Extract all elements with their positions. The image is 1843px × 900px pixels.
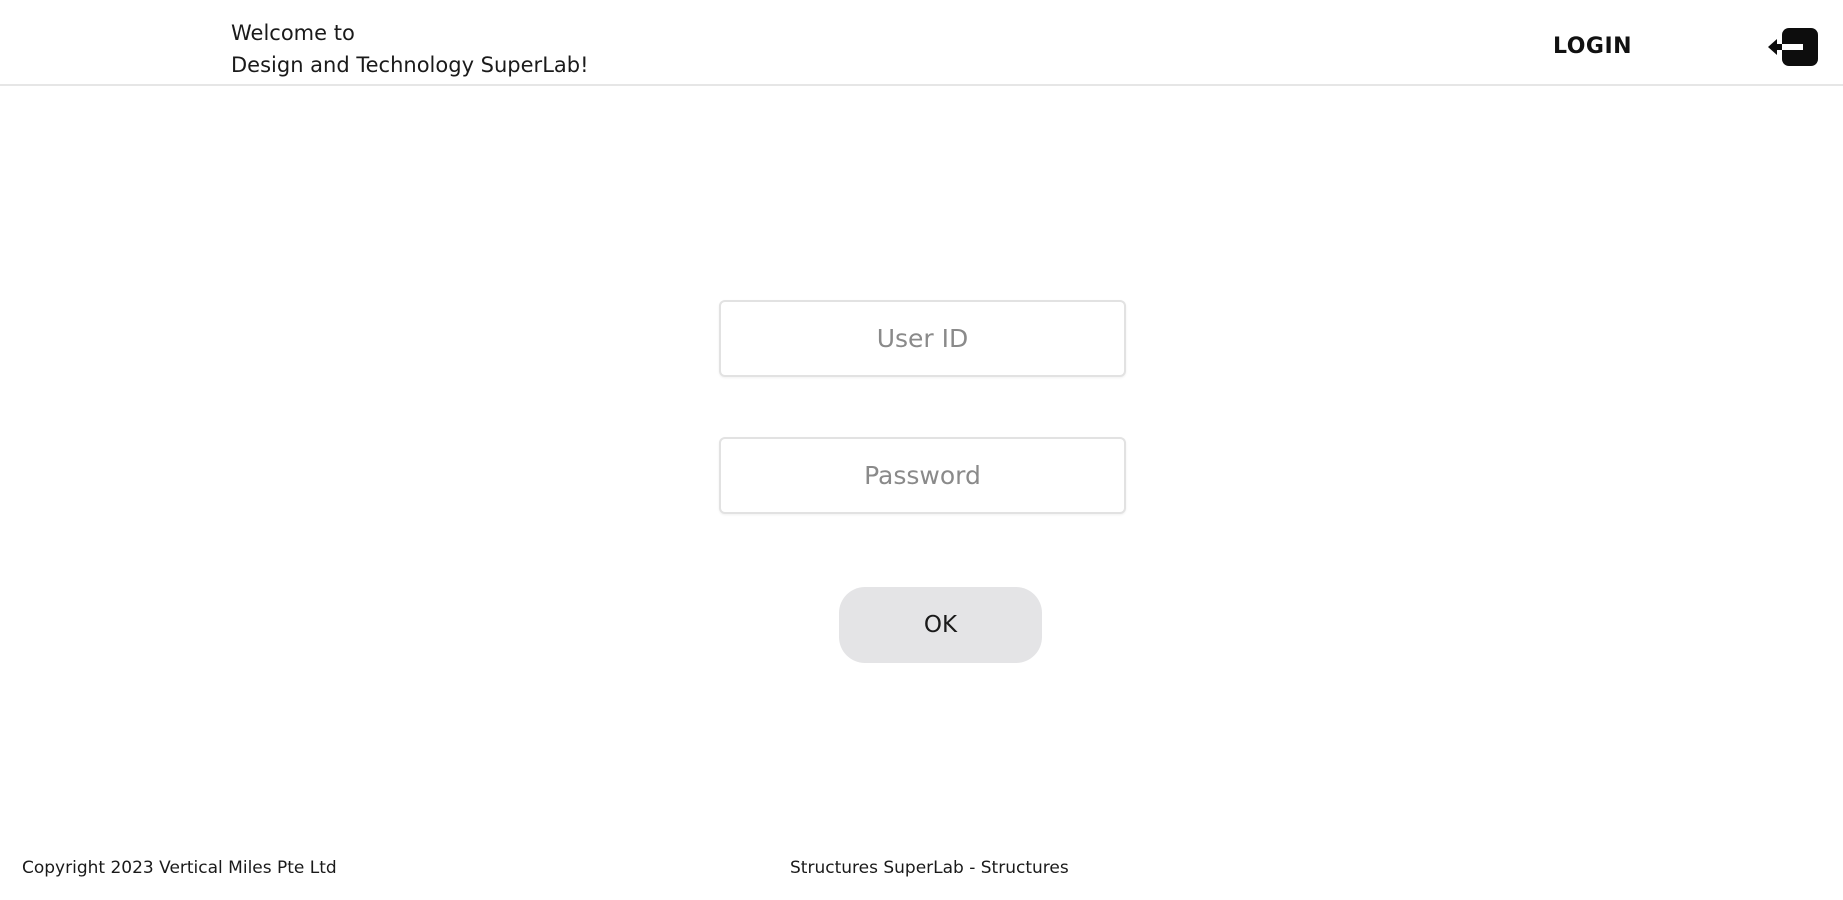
welcome-line-2: Design and Technology SuperLab!: [231, 53, 589, 77]
user-id-input[interactable]: [719, 300, 1126, 377]
sign-in-icon[interactable]: [1766, 28, 1818, 66]
top-header: Welcome to Design and Technology SuperLa…: [0, 0, 1843, 86]
copyright-text: Copyright 2023 Vertical Miles Pte Ltd: [22, 858, 337, 878]
password-input[interactable]: [719, 437, 1126, 514]
app-name-text: Structures SuperLab - Structures: [790, 858, 1069, 878]
login-page: Welcome to Design and Technology SuperLa…: [0, 0, 1843, 900]
ok-button[interactable]: OK: [839, 587, 1042, 663]
welcome-message: Welcome to Design and Technology SuperLa…: [231, 17, 589, 81]
welcome-line-1: Welcome to: [231, 21, 355, 45]
login-nav-link[interactable]: LOGIN: [1553, 34, 1632, 59]
login-form: [719, 300, 1126, 514]
